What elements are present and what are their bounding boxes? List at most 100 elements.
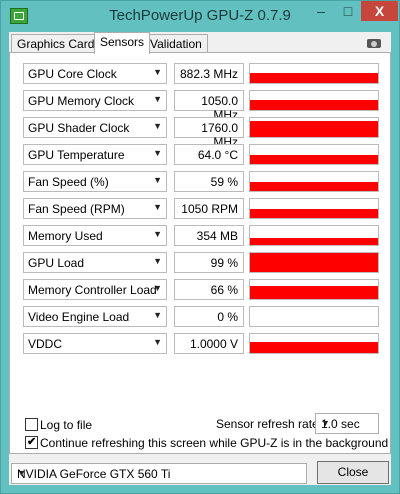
refresh-rate-label: Sensor refresh rate: <box>216 417 323 431</box>
sensor-graph <box>249 225 379 246</box>
sensor-row: GPU Temperature ▼ 64.0 °C <box>23 144 380 165</box>
refresh-rate-select[interactable]: 1.0 sec ▼ <box>315 413 379 434</box>
chevron-down-icon: ▼ <box>153 337 162 347</box>
sensor-name: Video Engine Load <box>28 310 130 324</box>
sensor-name-select[interactable]: Fan Speed (%) ▼ <box>23 171 167 192</box>
sensor-value: 66 % <box>174 279 244 300</box>
sensor-name-select[interactable]: Memory Controller Load ▼ <box>23 279 167 300</box>
client-area: Graphics Card Sensors Validation GPU Cor… <box>9 32 391 485</box>
sensor-name-select[interactable]: GPU Temperature ▼ <box>23 144 167 165</box>
chevron-down-icon: ▼ <box>17 468 26 478</box>
sensor-value: 354 MB <box>174 225 244 246</box>
sensor-value: 1050.0 MHz <box>174 90 244 122</box>
continue-refresh-checkbox[interactable]: ✔ <box>25 436 38 449</box>
sensor-name: Fan Speed (RPM) <box>28 202 125 216</box>
sensor-value: 99 % <box>174 252 244 273</box>
chevron-down-icon: ▼ <box>153 121 162 131</box>
sensor-name: GPU Shader Clock <box>28 121 130 135</box>
sensor-value-text: 66 % <box>210 283 238 297</box>
log-to-file-checkbox[interactable] <box>25 418 38 431</box>
sensor-value: 59 % <box>174 171 244 192</box>
sensor-row: Memory Used ▼ 354 MB <box>23 225 380 246</box>
chevron-down-icon: ▼ <box>321 418 330 428</box>
sensor-graph <box>249 63 379 84</box>
sensor-name-select[interactable]: VDDC ▼ <box>23 333 167 354</box>
continue-refresh-label: Continue refreshing this screen while GP… <box>40 436 389 450</box>
sensor-graph-fill <box>250 209 378 218</box>
sensor-name: GPU Temperature <box>28 148 125 162</box>
sensor-row: GPU Shader Clock ▼ 1760.0 MHz <box>23 117 380 149</box>
sensor-value: 1050 RPM <box>174 198 244 219</box>
sensor-value-text: 99 % <box>210 256 238 270</box>
gpuz-window: TechPowerUp GPU-Z 0.7.9 – □ X Graphics C… <box>0 0 400 494</box>
sensor-value: 1.0000 V <box>174 333 244 354</box>
close-button[interactable]: Close <box>317 461 389 484</box>
sensor-graph-fill <box>250 99 378 110</box>
sensor-value: 1760.0 MHz <box>174 117 244 149</box>
tab-validation[interactable]: Validation <box>144 34 208 53</box>
tab-graphics-card[interactable]: Graphics Card <box>11 34 101 53</box>
sensor-graph <box>249 333 379 354</box>
sensor-name-select[interactable]: Video Engine Load ▼ <box>23 306 167 327</box>
chevron-down-icon: ▼ <box>153 202 162 212</box>
sensor-row: GPU Memory Clock ▼ 1050.0 MHz <box>23 90 380 122</box>
sensor-row: VDDC ▼ 1.0000 V <box>23 333 380 354</box>
checkmark-icon: ✔ <box>27 436 37 448</box>
sensor-name-select[interactable]: GPU Shader Clock ▼ <box>23 117 167 138</box>
chevron-down-icon: ▼ <box>153 175 162 185</box>
sensors-panel: GPU Core Clock ▼ 882.3 MHz GPU Memory Clock… <box>9 52 391 454</box>
gpu-select[interactable]: NVIDIA GeForce GTX 560 Ti ▼ <box>11 463 307 484</box>
sensor-row: Video Engine Load ▼ 0 % <box>23 306 380 327</box>
sensor-graph-fill <box>250 155 378 164</box>
sensor-row: GPU Load ▼ 99 % <box>23 252 380 273</box>
chevron-down-icon: ▼ <box>153 310 162 320</box>
sensor-graph-fill <box>250 238 378 245</box>
minimize-button[interactable]: – <box>307 1 335 21</box>
tab-sensors[interactable]: Sensors <box>94 32 151 54</box>
sensor-name: Memory Controller Load <box>28 283 157 297</box>
screenshot-camera-icon[interactable] <box>365 35 385 50</box>
sensor-graph <box>249 90 379 111</box>
sensor-graph <box>249 171 379 192</box>
sensor-value: 882.3 MHz <box>174 63 244 84</box>
sensor-row: Fan Speed (RPM) ▼ 1050 RPM <box>23 198 380 219</box>
sensor-row: GPU Core Clock ▼ 882.3 MHz <box>23 63 380 84</box>
sensor-value-text: 1050 RPM <box>181 202 238 216</box>
chevron-down-icon: ▼ <box>153 283 162 293</box>
title-bar[interactable]: TechPowerUp GPU-Z 0.7.9 – □ X <box>1 1 399 31</box>
sensor-name-select[interactable]: Memory Used ▼ <box>23 225 167 246</box>
sensor-value-text: 1.0000 V <box>189 337 238 351</box>
sensor-name-select[interactable]: Fan Speed (RPM) ▼ <box>23 198 167 219</box>
sensor-value-text: 354 MB <box>196 229 238 243</box>
sensor-value: 64.0 °C <box>174 144 244 165</box>
chevron-down-icon: ▼ <box>153 94 162 104</box>
sensor-row: Memory Controller Load ▼ 66 % <box>23 279 380 300</box>
sensor-graph-fill <box>250 286 378 299</box>
sensor-name-select[interactable]: GPU Load ▼ <box>23 252 167 273</box>
sensor-name: Memory Used <box>28 229 103 243</box>
sensor-value-text: 882.3 MHz <box>179 67 238 81</box>
sensor-value-text: 59 % <box>210 175 238 189</box>
sensor-name-select[interactable]: GPU Core Clock ▼ <box>23 63 167 84</box>
sensor-value-text: 0 % <box>217 310 238 324</box>
sensor-name: GPU Core Clock <box>28 67 117 81</box>
sensor-graph <box>249 198 379 219</box>
sensor-graph <box>249 117 379 138</box>
sensor-value-text: 64.0 °C <box>197 148 238 162</box>
sensor-name: GPU Memory Clock <box>28 94 135 108</box>
sensor-graph <box>249 279 379 300</box>
sensor-graph-fill <box>250 182 378 191</box>
sensor-name: GPU Load <box>28 256 85 270</box>
close-window-button[interactable]: X <box>361 1 398 21</box>
chevron-down-icon: ▼ <box>153 229 162 239</box>
maximize-button[interactable]: □ <box>335 1 361 21</box>
sensor-graph-fill <box>250 253 378 272</box>
sensor-name: Fan Speed (%) <box>28 175 109 189</box>
sensor-graph <box>249 252 379 273</box>
chevron-down-icon: ▼ <box>153 67 162 77</box>
sensor-name-select[interactable]: GPU Memory Clock ▼ <box>23 90 167 111</box>
sensor-graph <box>249 144 379 165</box>
sensor-row: Fan Speed (%) ▼ 59 % <box>23 171 380 192</box>
log-to-file-label: Log to file <box>40 418 93 432</box>
sensor-name: VDDC <box>28 337 63 351</box>
